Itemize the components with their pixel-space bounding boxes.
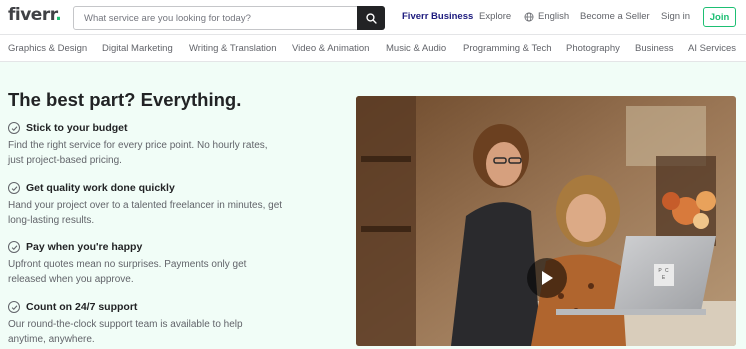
search-input[interactable]: [74, 7, 358, 29]
feature-quality: Get quality work done quickly Hand your …: [8, 182, 338, 228]
feature-budget: Stick to your budget Find the right serv…: [8, 122, 338, 168]
category-video-animation[interactable]: Video & Animation: [292, 43, 369, 54]
feature-title: Count on 24/7 support: [26, 301, 138, 313]
search-icon: [365, 12, 377, 24]
video-thumbnail-image: [356, 96, 736, 346]
nav-fiverr-business[interactable]: Fiverr Business: [402, 11, 473, 22]
search-button[interactable]: [357, 6, 385, 30]
search-bar: [73, 6, 385, 30]
category-photography[interactable]: Photography: [566, 43, 620, 54]
category-music-audio[interactable]: Music & Audio: [386, 43, 446, 54]
feature-pay: Pay when you're happy Upfront quotes mea…: [8, 241, 338, 287]
category-digital-marketing[interactable]: Digital Marketing: [102, 43, 173, 54]
nav-become-seller[interactable]: Become a Seller: [580, 11, 650, 22]
category-menu: Graphics & Design Digital Marketing Writ…: [0, 34, 746, 62]
value-prop-section: The best part? Everything. Stick to your…: [0, 62, 746, 349]
fiverr-logo[interactable]: fiverr.: [8, 5, 62, 25]
check-circle-icon: [8, 122, 20, 134]
feature-support: Count on 24/7 support Our round-the-cloc…: [8, 301, 338, 347]
nav-sign-in[interactable]: Sign in: [661, 11, 690, 22]
category-ai-services[interactable]: AI Services: [688, 43, 736, 54]
feature-description: Find the right service for every price p…: [8, 140, 268, 166]
language-label: English: [538, 11, 570, 22]
play-icon: [542, 271, 553, 285]
feature-description: Upfront quotes mean no surprises. Paymen…: [8, 259, 247, 285]
feature-title: Pay when you're happy: [26, 241, 143, 253]
join-button[interactable]: Join: [703, 7, 736, 27]
check-circle-icon: [8, 241, 20, 253]
feature-description: Hand your project over to a talented fre…: [8, 200, 283, 226]
category-writing-translation[interactable]: Writing & Translation: [189, 43, 276, 54]
nav-explore[interactable]: Explore: [479, 11, 511, 22]
nav-language[interactable]: English: [524, 11, 569, 22]
check-circle-icon: [8, 301, 20, 313]
laptop-sticker: P C E: [658, 268, 670, 281]
check-circle-icon: [8, 182, 20, 194]
feature-description: Our round-the-clock support team is avai…: [8, 319, 243, 345]
category-programming-tech[interactable]: Programming & Tech: [463, 43, 552, 54]
logo-dot: .: [55, 5, 62, 25]
category-business[interactable]: Business: [635, 43, 674, 54]
logo-text: fiverr: [8, 5, 56, 25]
play-button[interactable]: [527, 258, 567, 298]
feature-title: Stick to your budget: [26, 122, 128, 134]
top-header: fiverr. Fiverr Business Explore English …: [0, 0, 746, 34]
promo-video[interactable]: P C E: [356, 96, 736, 346]
feature-title: Get quality work done quickly: [26, 182, 175, 194]
section-headline: The best part? Everything.: [8, 89, 242, 110]
category-graphics-design[interactable]: Graphics & Design: [8, 43, 87, 54]
globe-icon: [524, 12, 534, 21]
